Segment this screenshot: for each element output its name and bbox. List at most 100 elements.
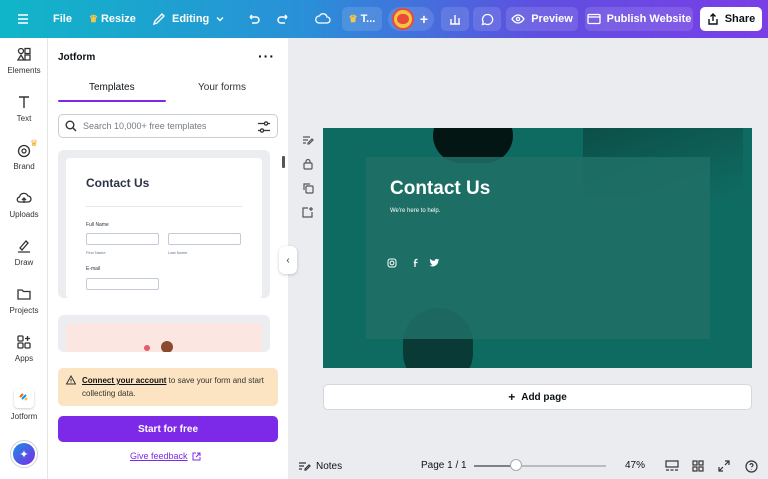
- grid-icon: [692, 460, 704, 472]
- teams-label: T...: [360, 13, 376, 25]
- folder-icon: [17, 289, 31, 300]
- jotform-logo-icon: [14, 388, 34, 408]
- share-label: Share: [724, 13, 756, 25]
- panel-scrollbar[interactable]: [282, 156, 285, 168]
- design-page[interactable]: Contact Us We're here to help.: [323, 128, 752, 368]
- crown-icon: ♛: [30, 138, 39, 148]
- upload-cloud-icon: [16, 192, 32, 203]
- rail-item-text[interactable]: Text: [0, 94, 48, 123]
- help-icon: [745, 460, 758, 473]
- warning-icon: [66, 375, 76, 385]
- comments-button[interactable]: [473, 7, 501, 31]
- template-preview: Contact Us Full Name First Name Last Nam…: [66, 158, 262, 298]
- apps-icon: [17, 335, 31, 349]
- help-button[interactable]: [745, 460, 758, 473]
- page-indicator[interactable]: Page 1 / 1: [421, 460, 467, 471]
- notes-icon: [299, 462, 311, 471]
- fullscreen-button[interactable]: [718, 460, 730, 472]
- redo-icon: [277, 14, 288, 24]
- notes-button[interactable]: Notes: [298, 460, 342, 472]
- template-title: Contact Us: [86, 176, 150, 190]
- divider: [86, 206, 242, 207]
- sparkle-icon: ✦: [13, 443, 35, 465]
- preview-button[interactable]: Preview: [506, 7, 578, 31]
- add-page-tool[interactable]: [302, 200, 316, 224]
- email-field: [86, 278, 159, 290]
- thumbnail-view-button[interactable]: [665, 460, 679, 472]
- rail-item-draw[interactable]: Draw: [0, 238, 48, 267]
- insights-button[interactable]: [441, 7, 469, 31]
- text-icon: [19, 96, 29, 108]
- rail-item-jotform[interactable]: Jotform: [0, 388, 48, 421]
- notes-label: Notes: [316, 460, 343, 472]
- lock-page-tool[interactable]: [302, 152, 316, 176]
- tab-your-forms[interactable]: Your forms: [198, 82, 246, 93]
- zoom-level[interactable]: 47%: [625, 460, 645, 471]
- search-input[interactable]: [83, 121, 243, 131]
- start-for-free-button[interactable]: Start for free: [58, 416, 278, 442]
- file-menu[interactable]: File: [53, 0, 72, 38]
- publish-label: Publish Website: [606, 13, 692, 25]
- tab-active-indicator: [58, 100, 166, 102]
- jotform-panel: Jotform ··· Templates Your forms Contact…: [48, 38, 288, 479]
- connect-account-notice: Connect your account to save your form a…: [58, 368, 278, 406]
- instagram-icon[interactable]: [387, 257, 397, 271]
- rail-item-uploads[interactable]: Uploads: [0, 190, 48, 219]
- design-subtitle[interactable]: We're here to help.: [390, 208, 440, 214]
- rail-item-elements[interactable]: Elements: [0, 46, 48, 75]
- more-options-icon[interactable]: ···: [258, 48, 275, 64]
- publish-website-button[interactable]: Publish Website: [585, 7, 693, 31]
- grid-view-button[interactable]: [692, 460, 704, 472]
- page-tools: [302, 128, 316, 224]
- template-card-2[interactable]: [58, 315, 270, 352]
- resize-button[interactable]: ♛ Resize: [89, 0, 136, 38]
- collapse-panel-button[interactable]: ‹: [279, 246, 297, 274]
- bar-chart-icon: [450, 15, 460, 25]
- give-feedback-link[interactable]: Give feedback: [130, 451, 201, 461]
- connect-account-link[interactable]: Connect your account: [82, 376, 166, 385]
- zoom-slider[interactable]: [474, 465, 606, 467]
- rail-item-brand[interactable]: ♛ Brand: [0, 138, 48, 171]
- draw-icon: [18, 240, 30, 253]
- search-icon: [65, 120, 77, 132]
- redo-button[interactable]: [277, 0, 291, 38]
- duplicate-icon: [303, 183, 314, 194]
- teams-button[interactable]: ♛ T...: [342, 7, 382, 31]
- menu-icon[interactable]: [16, 0, 30, 38]
- rail-item-apps[interactable]: Apps: [0, 334, 48, 363]
- facebook-icon[interactable]: [411, 257, 421, 271]
- magic-assistant-button[interactable]: ✦: [10, 440, 38, 468]
- add-page-button[interactable]: + Add page: [323, 384, 752, 410]
- duplicate-page-tool[interactable]: [302, 176, 316, 200]
- cloud-save-status[interactable]: [315, 0, 331, 38]
- twitter-icon[interactable]: [429, 257, 440, 271]
- top-toolbar: File ♛ Resize Editing ♛ T... + Preview P…: [0, 0, 768, 38]
- crown-icon: ♛: [348, 13, 358, 25]
- design-title[interactable]: Contact Us: [390, 178, 490, 200]
- left-rail: Elements Text ♛ Brand Uploads Draw Proje…: [0, 38, 48, 479]
- rail-item-projects[interactable]: Projects: [0, 286, 48, 315]
- illustration: [161, 341, 173, 352]
- undo-button[interactable]: [246, 0, 260, 38]
- collaborators-button[interactable]: +: [388, 7, 434, 31]
- expand-icon: [718, 460, 730, 472]
- page-notes-tool[interactable]: [302, 128, 316, 152]
- editing-mode-dropdown[interactable]: Editing: [152, 0, 225, 38]
- filter-icon[interactable]: [257, 120, 271, 134]
- undo-icon: [249, 14, 260, 24]
- rail-label-projects: Projects: [9, 306, 39, 315]
- tab-templates[interactable]: Templates: [89, 82, 135, 93]
- add-page-label: Add page: [521, 391, 567, 403]
- avatar: [392, 8, 414, 30]
- rail-label-apps: Apps: [14, 354, 34, 363]
- zoom-slider-handle[interactable]: [510, 459, 523, 471]
- preview-label: Preview: [531, 13, 573, 25]
- template-card-contact-us[interactable]: Contact Us Full Name First Name Last Nam…: [58, 150, 270, 298]
- rail-label-jotform: Jotform: [10, 412, 38, 421]
- share-button[interactable]: Share: [700, 7, 762, 31]
- lock-icon: [303, 158, 313, 170]
- template-preview: [66, 323, 262, 352]
- bottom-bar: Notes Page 1 / 1 47%: [288, 452, 768, 479]
- add-page-icon: [302, 207, 313, 218]
- eye-icon: [511, 14, 525, 24]
